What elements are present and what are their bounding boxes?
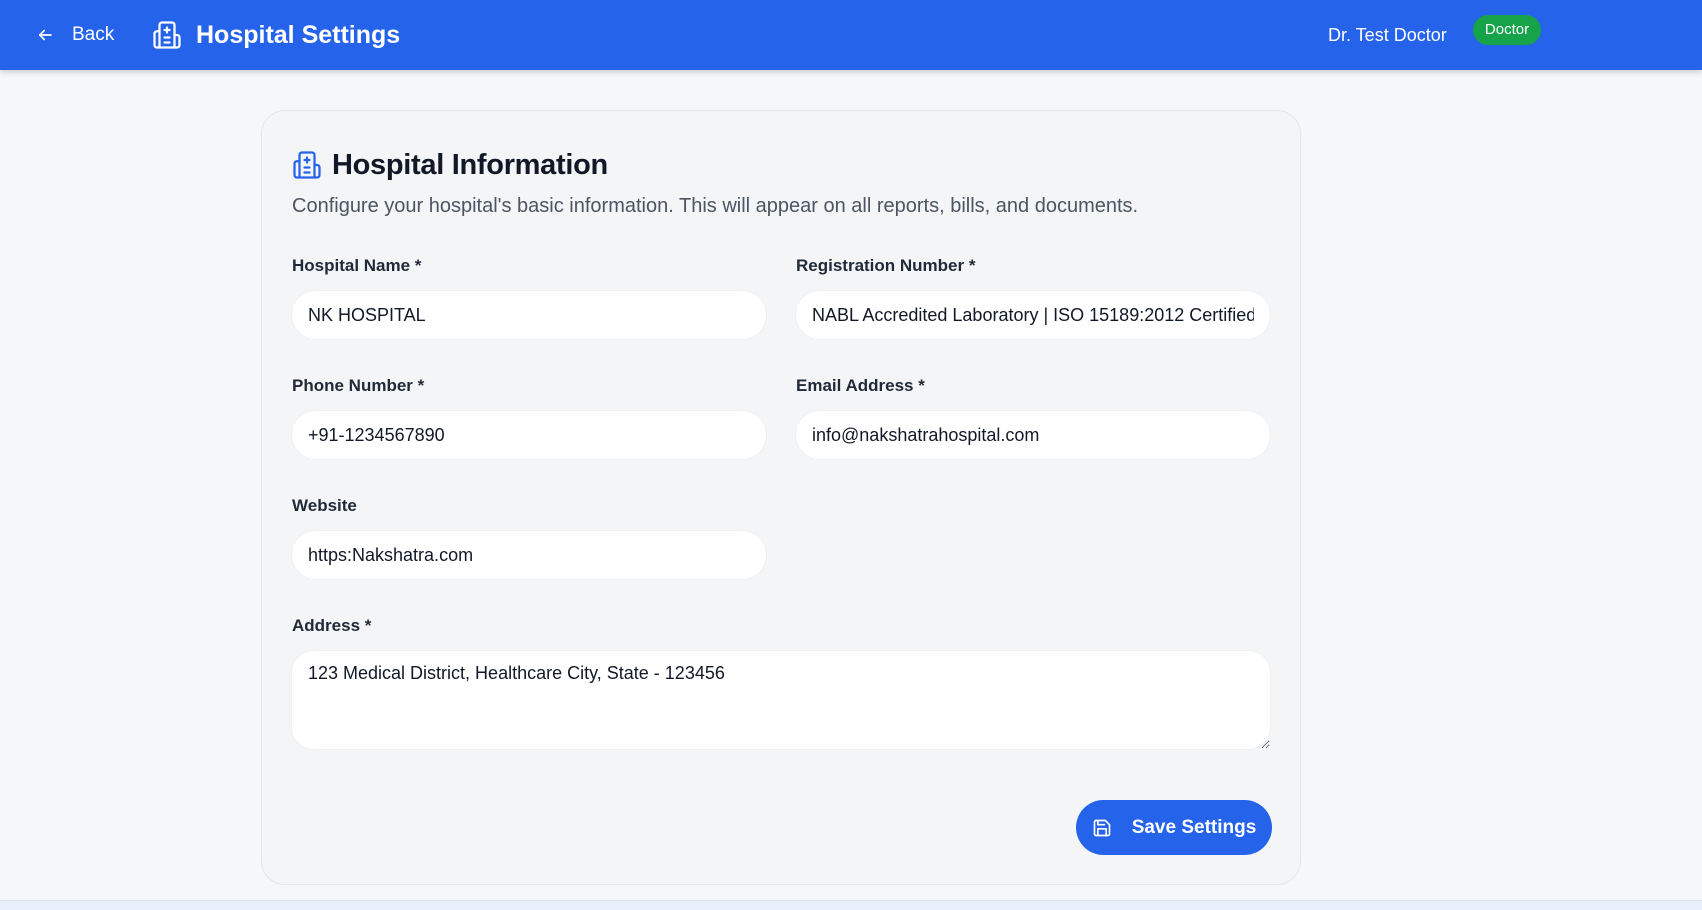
page-title: Hospital Settings (196, 20, 401, 49)
hospital-name-label: Hospital Name * (292, 256, 422, 275)
back-arrow-icon (38, 29, 52, 41)
back-label: Back (72, 24, 115, 45)
address-textarea[interactable]: 123 Medical District, Healthcare City, S… (292, 651, 1270, 749)
card-title: Hospital Information (332, 148, 608, 181)
address-label: Address * (292, 616, 372, 635)
bottom-strip (0, 900, 1702, 910)
email-address-input[interactable] (796, 411, 1270, 459)
phone-number-label: Phone Number * (292, 376, 425, 395)
back-button[interactable]: Back (36, 18, 114, 52)
page-header: Hospital Settings (152, 14, 400, 56)
website-label: Website (292, 496, 357, 515)
role-badge: Doctor (1473, 15, 1541, 45)
email-address-label: Email Address * (796, 376, 925, 395)
card-header: Hospital Information (292, 145, 608, 185)
hospital-icon (293, 151, 321, 179)
save-icon (1093, 819, 1111, 836)
hospital-icon (153, 21, 181, 49)
top-bar: Back Hospital Settings Dr. Test Doctor D… (0, 0, 1702, 70)
save-settings-label: Save Settings (1131, 816, 1257, 838)
hospital-information-card: Hospital Information Configure your hosp… (261, 110, 1301, 885)
phone-number-input[interactable] (292, 411, 766, 459)
registration-number-label: Registration Number * (796, 256, 976, 275)
hospital-name-input[interactable] (292, 291, 766, 339)
card-description: Configure your hospital's basic informat… (292, 195, 1139, 217)
website-input[interactable] (292, 531, 766, 579)
user-name: Dr. Test Doctor (1328, 25, 1447, 45)
registration-number-input[interactable] (796, 291, 1270, 339)
save-settings-button[interactable]: Save Settings (1076, 800, 1272, 855)
